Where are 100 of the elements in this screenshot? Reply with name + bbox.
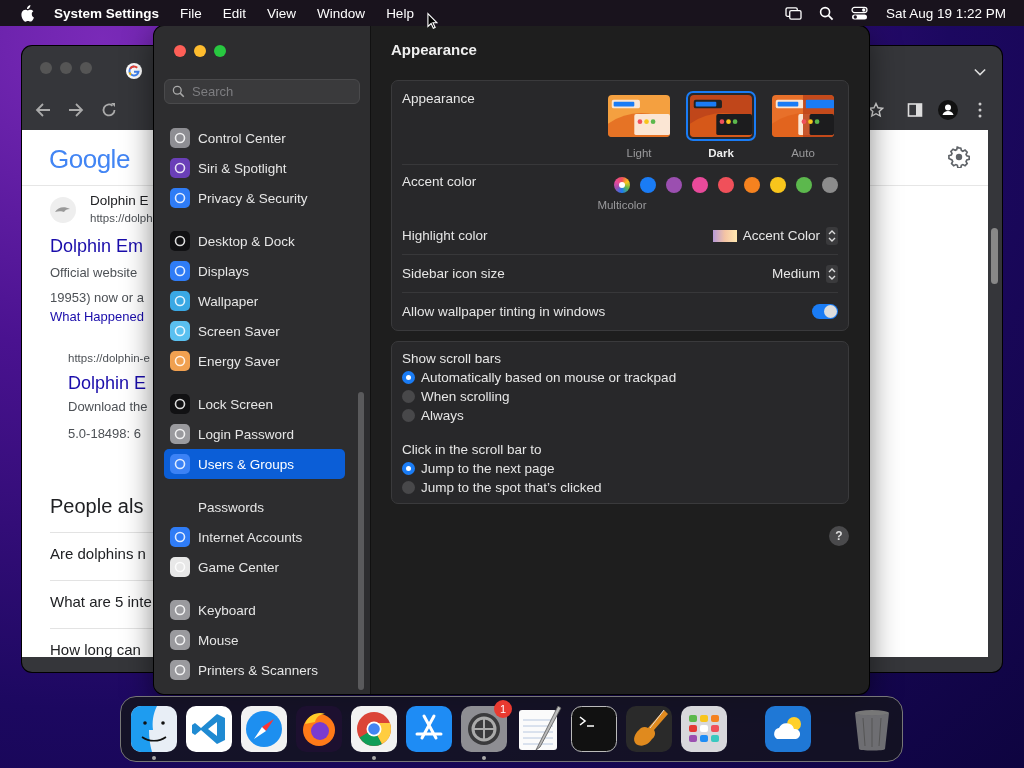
app-grid-icon[interactable] <box>681 706 727 752</box>
star-icon[interactable] <box>868 102 884 118</box>
radio-option[interactable]: Automatically based on mouse or trackpad <box>402 369 677 386</box>
sidebar-item[interactable]: Energy Saver <box>164 346 345 376</box>
sidebar-item[interactable]: Game Center <box>164 552 345 582</box>
sidebar-item[interactable]: Users & Groups <box>164 449 345 479</box>
menu-item[interactable]: File <box>180 5 202 21</box>
result-snippet: 19953) now or a <box>50 290 144 305</box>
site-favicon-icon <box>50 197 76 223</box>
menu-bar-clock[interactable]: Sat Aug 19 1:22 PM <box>885 5 1006 21</box>
accent-color-swatch[interactable] <box>614 177 630 193</box>
app-store-icon[interactable] <box>406 706 452 752</box>
accent-color-swatch[interactable] <box>770 177 786 193</box>
accent-color-swatch[interactable] <box>718 177 734 193</box>
scroll-bar-thumb[interactable] <box>991 228 998 284</box>
g-logo-icon <box>126 63 142 79</box>
menu-item[interactable]: Edit <box>222 5 247 21</box>
sidebar-item[interactable]: Desktop & Dock <box>164 226 345 256</box>
scroll-bar-thumb[interactable] <box>358 392 364 690</box>
control-center-icon[interactable] <box>850 5 868 21</box>
sidebar-item[interactable]: Passwords <box>164 492 345 522</box>
fox-globe-icon[interactable] <box>296 706 342 752</box>
result-title-link[interactable]: Dolphin E <box>68 373 147 394</box>
radio-button[interactable] <box>402 481 415 494</box>
menu-item[interactable]: Window <box>317 5 366 21</box>
sidebar-item[interactable]: Keyboard <box>164 595 345 625</box>
browser-icon[interactable] <box>351 706 397 752</box>
accent-color-swatch[interactable] <box>666 177 682 193</box>
sidebar-item[interactable]: Printers & Scanners <box>164 655 345 685</box>
settings-icon[interactable] <box>948 146 970 168</box>
side-panel-icon[interactable] <box>907 102 923 118</box>
more-options-icon[interactable] <box>978 102 982 118</box>
accent-color-swatch[interactable] <box>692 177 708 193</box>
radio-button[interactable] <box>402 390 415 403</box>
sidebar-item[interactable]: Mouse <box>164 625 345 655</box>
highlight-color-popup[interactable]: Accent Color <box>712 226 838 245</box>
accent-color-swatch[interactable] <box>640 177 656 193</box>
notepad-icon[interactable] <box>516 706 562 752</box>
page-title: Appearance <box>391 41 478 58</box>
radio-option[interactable]: Jump to the next page <box>402 460 555 477</box>
cursor-icon <box>427 12 438 30</box>
result-url: https://dolphin-e <box>68 352 150 364</box>
question-row[interactable]: Are dolphins n <box>50 545 146 562</box>
sitelink[interactable]: What Happened <box>50 309 144 324</box>
radio-option[interactable]: When scrolling <box>402 388 510 405</box>
search-field[interactable]: Search <box>164 79 360 104</box>
profile-icon[interactable] <box>938 100 958 120</box>
sidebar-item[interactable]: Wallpaper <box>164 286 345 316</box>
gear-icon[interactable] <box>461 706 507 752</box>
search-icon <box>172 85 185 98</box>
sidebar-item[interactable]: Internet Accounts <box>164 522 345 552</box>
result-site-name: Dolphin E <box>90 193 149 208</box>
toggle-switch[interactable] <box>812 304 838 319</box>
accent-color-swatch[interactable] <box>744 177 760 193</box>
radio-button[interactable] <box>402 371 415 384</box>
result-title-link[interactable]: Dolphin Em <box>50 236 144 257</box>
color-preview-icon <box>712 229 737 242</box>
radio-button[interactable] <box>402 409 415 422</box>
question-row[interactable]: How long can <box>50 641 141 658</box>
minimize-button[interactable] <box>194 45 206 57</box>
accent-color-swatch[interactable] <box>822 177 838 193</box>
compass-icon[interactable] <box>241 706 287 752</box>
accent-color-swatch[interactable] <box>796 177 812 193</box>
radio-button[interactable] <box>402 462 415 475</box>
app-menu[interactable]: System Settings <box>54 5 160 21</box>
setting-label: Accent color <box>402 174 477 189</box>
setting-label: Allow wallpaper tinting in windows <box>402 304 606 319</box>
setting-label: Show scroll bars <box>402 351 502 366</box>
icon-size-popup[interactable]: Medium <box>772 264 838 283</box>
sidebar-item[interactable]: Lock Screen <box>164 389 345 419</box>
result-url: https://dolph <box>90 212 153 224</box>
apple-logo-icon[interactable] <box>19 4 34 22</box>
sidebar-item[interactable]: Login Password <box>164 419 345 449</box>
menu-item[interactable]: View <box>267 5 297 21</box>
sidebar-item[interactable]: Screen Saver <box>164 316 345 346</box>
radio-option[interactable]: Always <box>402 407 464 424</box>
section-heading: People als <box>50 495 144 518</box>
sidebar-item[interactable]: Control Center <box>164 123 345 153</box>
sidebar-item[interactable]: Siri & Spotlight <box>164 153 345 183</box>
back-arrow-icon[interactable] <box>35 102 51 118</box>
code-editor-icon[interactable] <box>186 706 232 752</box>
reload-icon[interactable] <box>101 102 117 118</box>
help-button[interactable]: ? <box>829 526 849 546</box>
menu-item[interactable]: Help <box>386 5 414 21</box>
finder-icon[interactable] <box>131 706 177 752</box>
forward-arrow-icon[interactable] <box>68 102 84 118</box>
chevron-down-icon[interactable] <box>974 68 986 76</box>
terminal-icon[interactable] <box>571 706 617 752</box>
question-row[interactable]: What are 5 inte <box>50 593 152 610</box>
screen-mirroring-icon[interactable] <box>784 5 802 21</box>
google-logo[interactable]: Google <box>49 144 130 175</box>
zoom-button[interactable] <box>214 45 226 57</box>
setting-label: Appearance <box>402 91 475 106</box>
radio-option[interactable]: Jump to the spot that’s clicked <box>402 479 602 496</box>
sidebar-item[interactable]: Displays <box>164 256 345 286</box>
close-button[interactable] <box>174 45 186 57</box>
sidebar-item[interactable]: Privacy & Security <box>164 183 345 213</box>
weather-icon[interactable] <box>765 706 811 752</box>
notification-badge: 1 <box>494 700 512 718</box>
search-icon[interactable] <box>817 5 835 21</box>
